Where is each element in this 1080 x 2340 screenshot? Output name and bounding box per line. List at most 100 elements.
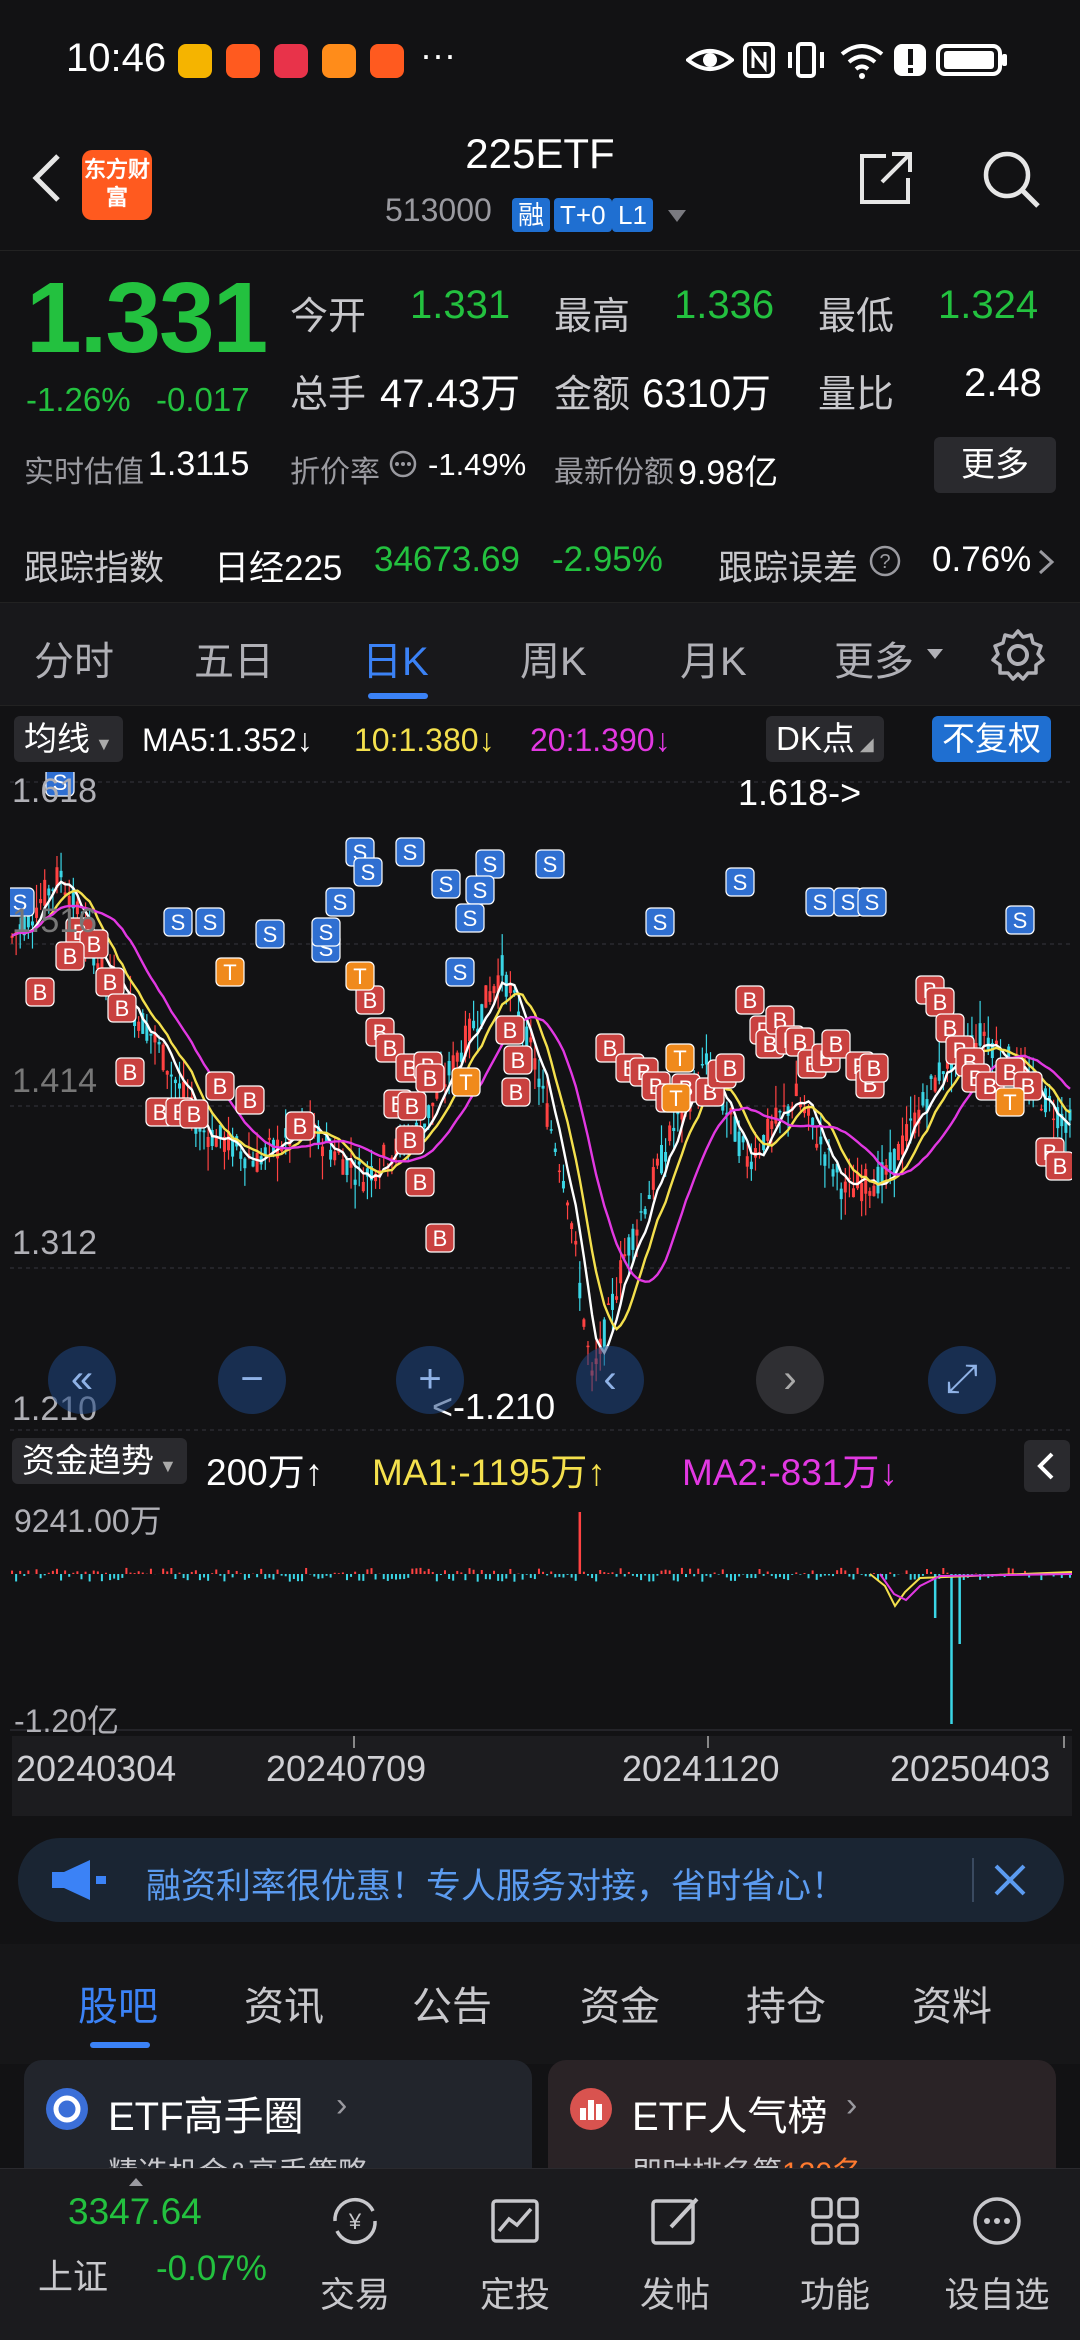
tab-more[interactable]: 更多 [834, 629, 914, 687]
scroll-to-start-button[interactable]: « [48, 1346, 116, 1414]
t-signal-marker[interactable]: T [215, 957, 245, 987]
sell-signal-marker[interactable]: S [465, 875, 495, 905]
gear-icon[interactable] [990, 627, 1046, 683]
sell-signal-marker[interactable]: S [455, 903, 485, 933]
fund-flow-chart[interactable]: 9241.00万 -1.20亿 [10, 1496, 1073, 1739]
buy-signal-marker[interactable]: B [495, 1015, 525, 1045]
buy-signal-marker[interactable]: B [821, 1029, 851, 1059]
tab-daily-k[interactable]: 日K [362, 629, 429, 687]
sell-signal-marker[interactable]: S [255, 919, 285, 949]
svg-text:B: B [123, 1060, 138, 1085]
k-line-canvas[interactable]: SSSSSSSSSSSS S SSSSS S SS SSBBBBB BBBBBB B BBBBB… [5, 767, 1075, 1432]
buy-signal-marker[interactable]: B [235, 1085, 265, 1115]
buy-signal-marker[interactable]: B [735, 985, 765, 1015]
tab-news[interactable]: 资讯 [244, 1974, 324, 2032]
dk-point-button[interactable]: DK点 ◢ [766, 716, 884, 762]
tab-five-day[interactable]: 五日 [194, 629, 274, 687]
sell-signal-marker[interactable]: S [535, 849, 565, 879]
tab-announcements[interactable]: 公告 [412, 1974, 492, 2032]
sell-signal-marker[interactable]: S [645, 907, 675, 937]
investment-chart-icon [491, 2199, 539, 2243]
sell-signal-marker[interactable]: S [445, 957, 475, 987]
fullscreen-button[interactable]: ⤢ [928, 1346, 996, 1414]
tab-funds[interactable]: 资金 [580, 1974, 660, 2032]
candle-body [811, 1117, 815, 1126]
t-signal-marker[interactable]: T [451, 1067, 481, 1097]
nav-functions[interactable]: 功能 [760, 2169, 910, 2340]
scroll-right-button[interactable]: › [756, 1346, 824, 1414]
tab-monthly-k[interactable]: 月K [680, 629, 747, 687]
buy-signal-marker[interactable]: B [107, 993, 137, 1023]
fund-flow-canvas[interactable] [10, 1496, 1073, 1732]
t-signal-marker[interactable]: T [995, 1087, 1025, 1117]
candle-body [794, 1083, 798, 1097]
buy-signal-marker[interactable]: B [285, 1111, 315, 1141]
t-signal-marker[interactable]: T [665, 1043, 695, 1073]
nav-market-index[interactable]: 3347.64 上证 -0.07% [0, 2169, 267, 2340]
sell-signal-marker[interactable]: S [431, 869, 461, 899]
sell-signal-marker[interactable]: S [475, 849, 505, 879]
buy-signal-marker[interactable]: B [179, 1099, 209, 1129]
buy-signal-marker[interactable]: B [503, 1045, 533, 1075]
no-adjust-button[interactable]: 不复权 [932, 716, 1051, 762]
nav-fixed-investment[interactable]: 定投 [440, 2169, 590, 2340]
tab-holdings[interactable]: 持仓 [746, 1974, 826, 2032]
tab-forum[interactable]: 股吧 [78, 1974, 158, 2032]
svg-text:B: B [403, 1128, 418, 1153]
buy-signal-marker[interactable]: B [925, 987, 955, 1017]
buy-signal-marker[interactable]: B [859, 1053, 889, 1083]
scroll-left-button[interactable]: ‹ [576, 1346, 644, 1414]
sell-signal-marker[interactable]: S [725, 867, 755, 897]
candle-body [700, 1064, 704, 1066]
tab-profile[interactable]: 资料 [912, 1974, 992, 2032]
sell-signal-marker[interactable]: S [805, 887, 835, 917]
nav-trade[interactable]: ¥ 交易 [280, 2169, 430, 2340]
t-signal-marker[interactable]: T [345, 961, 375, 991]
discount-info-icon[interactable] [388, 449, 418, 479]
promo-banner[interactable]: 融资利率很优惠！专人服务对接，省时省心！ [18, 1838, 1064, 1922]
sell-signal-marker[interactable]: S [325, 887, 355, 917]
buy-signal-marker[interactable]: B [501, 1077, 531, 1107]
zoom-in-button[interactable]: + [396, 1346, 464, 1414]
fund-flow-selector[interactable]: 资金趋势 ▼ [12, 1438, 187, 1484]
buy-signal-marker[interactable]: B [405, 1167, 435, 1197]
buy-signal-marker[interactable]: B [715, 1053, 745, 1083]
ma-selector[interactable]: 均线 ▼ [14, 716, 123, 762]
close-icon[interactable] [990, 1860, 1030, 1900]
buy-signal-marker[interactable]: B [115, 1057, 145, 1087]
sell-signal-marker[interactable]: S [395, 837, 425, 867]
k-line-chart[interactable]: SSSSSSSSSSSSSSSSSSSSSSSBBBBBBBBBBBBBBBBB… [5, 767, 1075, 1432]
collapse-panel-button[interactable] [1024, 1440, 1070, 1492]
tab-intraday[interactable]: 分时 [34, 629, 114, 687]
sell-signal-marker[interactable]: S [1005, 905, 1035, 935]
nav-post[interactable]: 发帖 [600, 2169, 750, 2340]
code-dropdown-icon[interactable] [666, 208, 688, 224]
search-icon[interactable] [980, 148, 1042, 210]
etf-popularity-card[interactable]: ETF人气榜 › 即时排名第120名 [548, 2060, 1056, 2170]
svg-text:S: S [263, 922, 278, 947]
tab-weekly-k[interactable]: 周K [520, 629, 587, 687]
svg-text:T: T [223, 960, 236, 985]
etf-expert-circle-card[interactable]: ETF高手圈 › 精选机会&高手策略 [24, 2060, 532, 2170]
sell-signal-marker[interactable]: S [857, 887, 887, 917]
tracking-row[interactable]: 跟踪指数 日经225 34673.69 -2.95% 跟踪误差 ? 0.76% [0, 520, 1080, 600]
help-icon[interactable]: ? [868, 544, 902, 578]
t-signal-marker[interactable]: T [661, 1083, 691, 1113]
buy-signal-marker[interactable]: B [415, 1063, 445, 1093]
buy-signal-marker[interactable]: B [205, 1071, 235, 1101]
sell-signal-marker[interactable]: S [195, 907, 225, 937]
buy-signal-marker[interactable]: B [55, 941, 85, 971]
buy-signal-marker[interactable]: B [425, 1223, 455, 1253]
nav-add-watchlist[interactable]: 设自选 [922, 2169, 1072, 2340]
buy-signal-marker[interactable]: B [25, 977, 55, 1007]
sell-signal-marker[interactable]: S [163, 907, 193, 937]
sell-signal-marker[interactable]: S [311, 917, 341, 947]
buy-signal-marker[interactable]: B [95, 967, 125, 997]
buy-signal-marker[interactable]: B [395, 1125, 425, 1155]
buy-signal-marker[interactable]: B [397, 1091, 427, 1121]
sell-signal-marker[interactable]: S [353, 857, 383, 887]
more-button[interactable]: 更多 [934, 437, 1056, 493]
buy-signal-marker[interactable]: B [1045, 1151, 1075, 1181]
zoom-out-button[interactable]: − [218, 1346, 286, 1414]
share-icon[interactable] [856, 148, 916, 208]
